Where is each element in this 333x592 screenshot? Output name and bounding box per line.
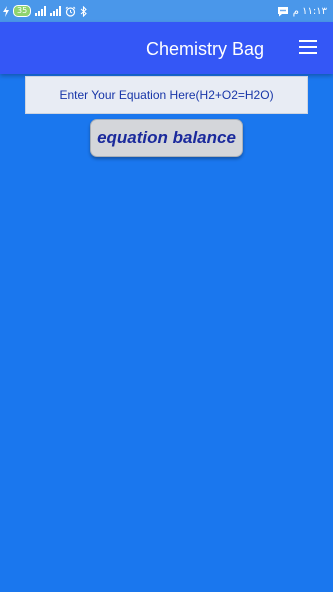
app-bar: Chemistry Bag bbox=[0, 22, 333, 74]
signal-icon bbox=[50, 6, 62, 16]
equation-input[interactable] bbox=[25, 76, 308, 114]
battery-level: 35 bbox=[17, 6, 28, 15]
message-icon bbox=[277, 6, 288, 16]
status-bar: 35 ١١:١٣ م bbox=[0, 0, 333, 22]
battery-icon: 35 bbox=[13, 5, 32, 17]
app-title: Chemistry Bag bbox=[146, 39, 265, 59]
alarm-icon bbox=[65, 6, 76, 17]
bluetooth-icon bbox=[80, 5, 87, 17]
charging-icon bbox=[3, 5, 9, 17]
status-icons-left: 35 bbox=[3, 3, 88, 19]
hamburger-menu-icon[interactable] bbox=[299, 40, 317, 54]
status-time: ١١:١٣ م bbox=[292, 5, 327, 17]
signal-icon bbox=[35, 6, 47, 16]
status-icons-right: ١١:١٣ م bbox=[277, 3, 327, 19]
equation-balance-button[interactable]: equation balance bbox=[90, 119, 243, 157]
